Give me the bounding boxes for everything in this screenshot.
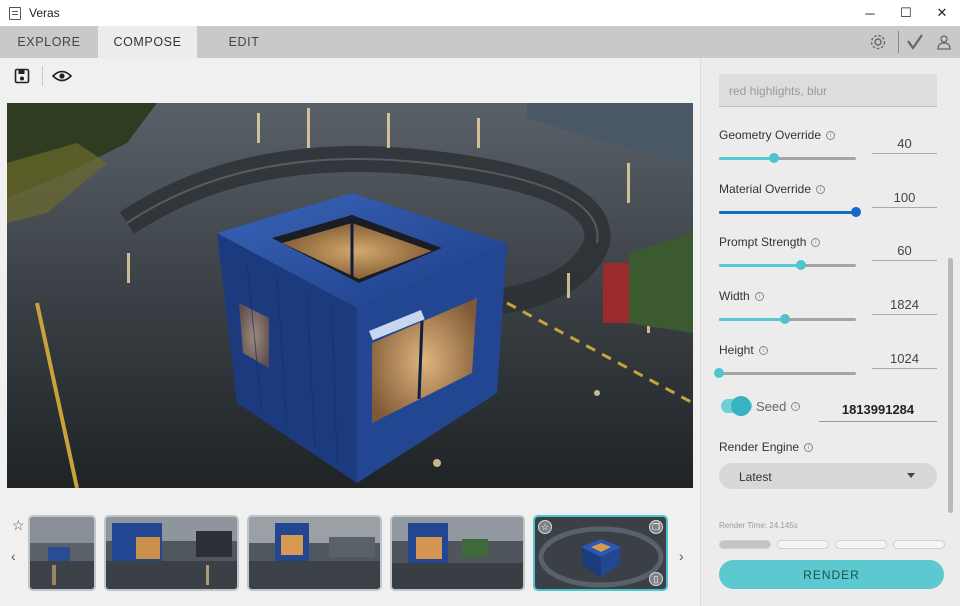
thumbnail[interactable] <box>28 515 96 591</box>
app-icon <box>9 6 21 20</box>
eye-icon[interactable] <box>51 65 73 87</box>
param-label: Width <box>719 289 750 303</box>
slider-handle[interactable] <box>796 260 807 270</box>
tab-bar: EXPLORE COMPOSE EDIT <box>0 26 960 58</box>
window-title: Veras <box>29 6 60 20</box>
thumbnail[interactable] <box>247 515 382 591</box>
thumbnail[interactable] <box>104 515 239 591</box>
render-history-filmstrip: ☆ ‹ › ☆ ❐ ▯ <box>0 505 700 606</box>
param-value-field[interactable]: 1824 <box>872 293 937 315</box>
info-icon[interactable]: i <box>826 130 836 140</box>
slider-handle[interactable] <box>779 314 790 324</box>
material-override-control: Material Override i 100 <box>719 182 939 232</box>
copy-icon[interactable]: ❐ <box>649 520 663 534</box>
param-value-field[interactable]: 60 <box>872 239 937 261</box>
param-label: Material Override <box>719 182 812 196</box>
render-engine-label: Render Engine <box>719 440 800 454</box>
panel-scrollbar[interactable] <box>948 258 953 513</box>
settings-icon[interactable] <box>868 32 888 52</box>
minimize-button[interactable]: ─ <box>852 0 888 26</box>
compose-toolbar <box>0 58 700 94</box>
render-engine-selected: Latest <box>739 470 772 484</box>
param-value-field[interactable]: 1024 <box>872 347 937 369</box>
seed-toggle[interactable] <box>721 396 752 416</box>
tab-edit[interactable]: EDIT <box>197 26 291 58</box>
tab-explore[interactable]: EXPLORE <box>0 26 98 58</box>
info-icon[interactable]: i <box>758 345 768 355</box>
seed-control: Seed i 1813991284 <box>719 394 939 422</box>
prompt-strength-control: Prompt Strength i 60 <box>719 235 939 285</box>
param-label: Height <box>719 343 754 357</box>
slider-handle[interactable] <box>714 368 724 378</box>
material-override-slider[interactable] <box>719 207 861 217</box>
close-button[interactable]: ✕ <box>924 0 960 26</box>
favorite-star-icon[interactable]: ☆ <box>538 520 552 534</box>
save-icon[interactable] <box>11 65 33 87</box>
scroll-right-arrow[interactable]: › <box>679 548 684 564</box>
param-label: Geometry Override <box>719 128 822 142</box>
settings-panel: red highlights, blur Geometry Override i … <box>700 58 960 606</box>
render-button[interactable]: RENDER <box>719 560 944 589</box>
slider-handle[interactable] <box>851 207 861 217</box>
progress-segment <box>777 540 829 549</box>
geometry-override-slider[interactable] <box>719 153 856 163</box>
check-icon[interactable] <box>905 32 925 52</box>
scroll-left-arrow[interactable]: ‹ <box>11 548 16 564</box>
info-icon[interactable]: i <box>791 402 801 411</box>
param-label: Prompt Strength <box>719 235 807 249</box>
progress-segment <box>835 540 887 549</box>
toolbar-divider <box>898 31 899 53</box>
progress-segment <box>719 540 771 549</box>
render-engine-dropdown[interactable]: Latest <box>719 463 937 489</box>
info-icon[interactable]: i <box>754 291 764 301</box>
width-control: Width i 1824 <box>719 289 939 339</box>
title-bar: Veras ─ ☐ ✕ <box>0 0 960 26</box>
prompt-strength-slider[interactable] <box>719 260 856 270</box>
thumbnail-selected[interactable]: ☆ ❐ ▯ <box>533 515 668 591</box>
maximize-button[interactable]: ☐ <box>888 0 924 26</box>
negative-prompt-input[interactable]: red highlights, blur <box>719 74 937 107</box>
info-icon[interactable]: i <box>804 442 814 452</box>
thumbnail[interactable] <box>390 515 525 591</box>
slider-handle[interactable] <box>768 153 779 163</box>
geometry-override-control: Geometry Override i 40 <box>719 128 939 178</box>
height-slider[interactable] <box>714 368 856 378</box>
render-preview-image[interactable] <box>7 103 693 488</box>
delete-icon[interactable]: ▯ <box>649 572 663 586</box>
chevron-down-icon <box>907 473 915 478</box>
info-icon[interactable]: i <box>811 237 821 247</box>
user-icon[interactable] <box>934 32 954 52</box>
info-icon[interactable]: i <box>816 184 826 194</box>
param-value-field[interactable]: 100 <box>872 186 937 208</box>
render-time-label: Render Time: 24.145s <box>719 521 798 530</box>
toolbar-separator <box>42 66 43 86</box>
tab-compose[interactable]: COMPOSE <box>98 26 197 58</box>
param-value-field[interactable]: 40 <box>872 132 937 154</box>
seed-label: Seed <box>756 399 787 414</box>
seed-value-field[interactable]: 1813991284 <box>819 396 937 422</box>
progress-segment <box>893 540 945 549</box>
height-control: Height i 1024 <box>714 343 939 393</box>
width-slider[interactable] <box>719 314 856 324</box>
star-icon[interactable]: ☆ <box>12 517 25 534</box>
